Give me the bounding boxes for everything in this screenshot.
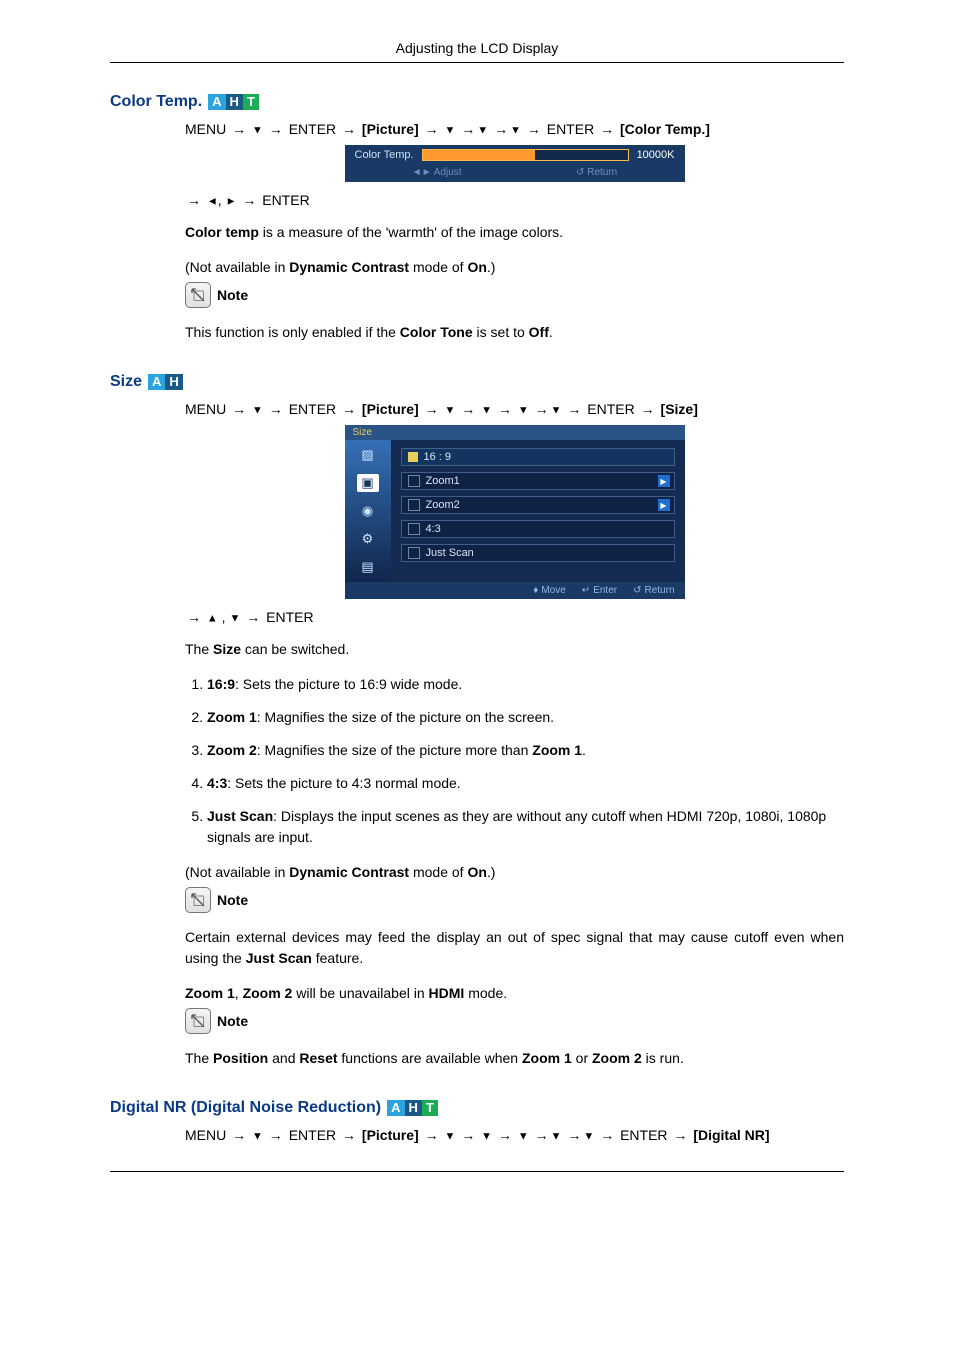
nav-path-size-2: → ▲ , ▼ → ENTER [185, 609, 844, 625]
osd-options: 16 : 9 Zoom1▶ Zoom2▶ 4:3 Just Scan [391, 440, 685, 582]
osd-slider [422, 149, 629, 161]
note-icon [185, 282, 211, 308]
badge-group: A H T [208, 94, 259, 110]
note-label: Note [217, 892, 248, 908]
list-item: Just Scan: Displays the input scenes as … [207, 806, 844, 848]
list-item: Zoom 2: Magnifies the size of the pictur… [207, 740, 844, 761]
nav-path-size: MENU → ▼ → ENTER → [Picture] → ▼ → ▼ → ▼… [185, 401, 844, 417]
chevron-right-icon: ▶ [658, 499, 670, 511]
osd-value: 10000K [637, 149, 675, 161]
badge-t: T [422, 1100, 438, 1116]
badge-a: A [148, 374, 165, 390]
osd-opt-just-scan: Just Scan [401, 544, 675, 562]
osd-return-hint: ↺ Return [576, 167, 617, 178]
dyn-contrast-line-1: (Not available in Dynamic Contrast mode … [185, 257, 844, 278]
badge-h: H [165, 374, 182, 390]
size-list: 16:9: Sets the picture to 16:9 wide mode… [185, 674, 844, 848]
list-item: 16:9: Sets the picture to 16:9 wide mode… [207, 674, 844, 695]
section-heading-color-temp: Color Temp. A H T [110, 93, 844, 111]
osd-title: Size [345, 425, 685, 440]
page-header: Adjusting the LCD Display [110, 40, 844, 63]
osd-enter-hint: ↵ Enter [582, 585, 617, 596]
footer-rule [110, 1171, 844, 1172]
note-line-1: Note [185, 282, 844, 308]
size-switch-line: The Size can be switched. [185, 639, 844, 660]
osd-size-menu: Size ▨ ▣ ◉ ⚙ ▤ 16 : 9 Zoom1▶ Zoom2▶ 4:3 … [345, 425, 685, 599]
sidebar-icon-picture: ▣ [357, 474, 379, 492]
osd-opt-4-3: 4:3 [401, 520, 675, 538]
badge-group: A H [148, 374, 183, 390]
dyn-contrast-line-2: (Not available in Dynamic Contrast mode … [185, 862, 844, 883]
osd-color-temp: Color Temp. 10000K ◄► Adjust ↺ Return [345, 145, 685, 182]
sidebar-icon-multi: ▤ [357, 558, 379, 576]
note-line-2: Note [185, 887, 844, 913]
osd-footer: ♦ Move ↵ Enter ↺ Return [345, 582, 685, 599]
nav-path-color-temp: MENU → ▼ → ENTER → [Picture] → ▼ →▼ →▼ →… [185, 121, 844, 137]
heading-text: Digital NR (Digital Noise Reduction) [110, 1099, 381, 1117]
color-temp-desc: Color temp is a measure of the 'warmth' … [185, 222, 844, 243]
list-item: 4:3: Sets the picture to 4:3 normal mode… [207, 773, 844, 794]
heading-text: Color Temp. [110, 93, 202, 111]
heading-text: Size [110, 373, 142, 391]
osd-move-hint: ♦ Move [533, 585, 566, 596]
badge-h: H [405, 1100, 422, 1116]
zoom-hdmi-line: Zoom 1, Zoom 2 will be unavailabel in HD… [185, 983, 844, 1004]
osd-adjust-hint: ◄► Adjust [412, 167, 462, 178]
osd-opt-zoom1: Zoom1▶ [401, 472, 675, 490]
sidebar-icon-sound: ◉ [357, 502, 379, 520]
badge-a: A [387, 1100, 404, 1116]
note-label: Note [217, 1013, 248, 1029]
note-label: Note [217, 287, 248, 303]
size-note-1: Certain external devices may feed the di… [185, 927, 844, 969]
section-heading-size: Size A H [110, 373, 844, 391]
nav-path-digital-nr: MENU → ▼ → ENTER → [Picture] → ▼ → ▼ → ▼… [185, 1127, 844, 1143]
note-line-3: Note [185, 1008, 844, 1034]
color-tone-note: This function is only enabled if the Col… [185, 322, 844, 343]
badge-a: A [208, 94, 225, 110]
badge-group: A H T [387, 1100, 438, 1116]
size-note-2: The Position and Reset functions are ava… [185, 1048, 844, 1069]
osd-sidebar: ▨ ▣ ◉ ⚙ ▤ [345, 440, 391, 582]
badge-h: H [226, 94, 243, 110]
nav-path-color-temp-2: → ◄, ► → ENTER [185, 192, 844, 208]
section-heading-digital-nr: Digital NR (Digital Noise Reduction) A H… [110, 1099, 844, 1117]
osd-opt-16-9: 16 : 9 [401, 448, 675, 466]
osd-return-hint: ↺ Return [633, 585, 674, 596]
osd-opt-zoom2: Zoom2▶ [401, 496, 675, 514]
note-icon [185, 1008, 211, 1034]
list-item: Zoom 1: Magnifies the size of the pictur… [207, 707, 844, 728]
osd-label: Color Temp. [355, 149, 414, 161]
note-icon [185, 887, 211, 913]
badge-t: T [243, 94, 259, 110]
chevron-right-icon: ▶ [658, 475, 670, 487]
sidebar-icon-input: ▨ [357, 446, 379, 464]
sidebar-icon-setup: ⚙ [357, 530, 379, 548]
